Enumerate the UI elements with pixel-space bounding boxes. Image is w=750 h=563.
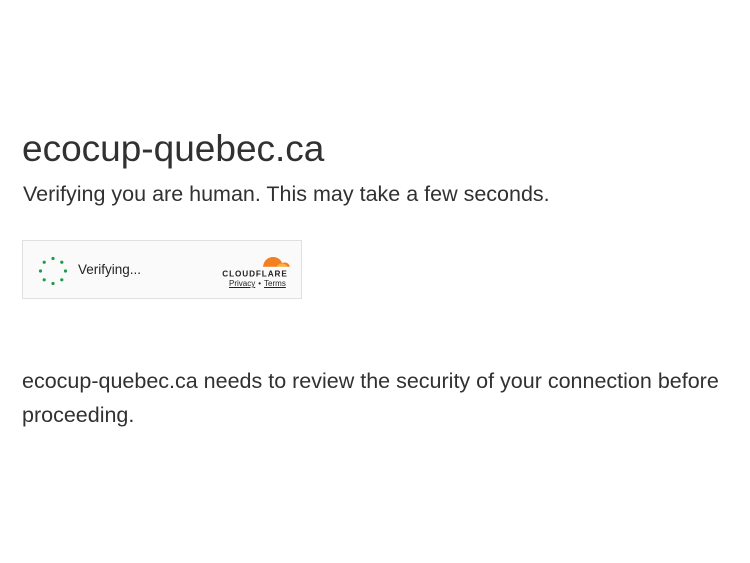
cloudflare-logo: CLOUDFLARE: [222, 257, 290, 279]
page-title: ecocup-quebec.ca: [22, 128, 325, 169]
cloudflare-wordmark: CLOUDFLARE: [222, 270, 287, 279]
privacy-link[interactable]: Privacy: [229, 279, 255, 288]
turnstile-widget[interactable]: Verifying... CLOUDFLARE Privacy • Terms: [22, 240, 302, 299]
link-separator: •: [258, 279, 262, 288]
verifying-status: Verifying...: [78, 262, 142, 277]
security-message: ecocup-quebec.ca needs to review the sec…: [22, 369, 719, 427]
terms-link[interactable]: Terms: [264, 279, 286, 288]
loading-spinner-icon: [38, 256, 68, 286]
cloudflare-links: Privacy • Terms: [229, 279, 286, 289]
verification-subtitle: Verifying you are human. This may take a…: [23, 182, 550, 206]
